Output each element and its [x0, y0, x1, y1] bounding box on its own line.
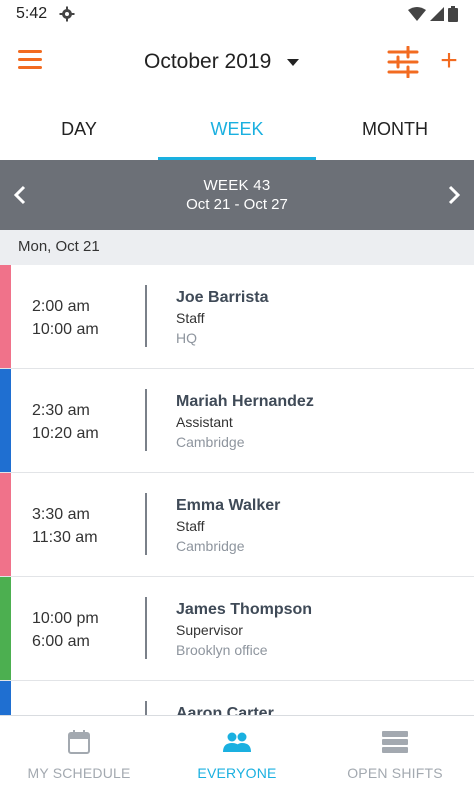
chevron-left-icon: [14, 185, 26, 205]
shift-times: 3:30 am 11:30 am: [32, 503, 98, 549]
view-tabs: DAY WEEK MONTH: [0, 98, 474, 160]
employee-name: Aaron Carter: [176, 705, 274, 715]
wifi-icon: [408, 7, 426, 21]
divider: [145, 701, 147, 715]
shift-row[interactable]: Aaron Carter: [0, 681, 474, 715]
people-icon: [223, 732, 251, 752]
shift-end: 10:20 am: [32, 425, 99, 442]
week-navigator: WEEK 43 Oct 21 - Oct 27: [0, 160, 474, 230]
nav-open-shifts[interactable]: OPEN SHIFTS: [316, 716, 474, 787]
nav-my-schedule[interactable]: MY SCHEDULE: [0, 716, 158, 787]
gear-icon: [59, 6, 75, 22]
shift-end: 6:00 am: [32, 633, 90, 650]
divider: [145, 389, 147, 451]
employee-name: James Thompson: [176, 601, 313, 618]
nav-label: EVERYONE: [197, 765, 277, 781]
signal-icon: [430, 7, 444, 21]
shift-color-bar: [0, 681, 11, 715]
nav-everyone[interactable]: EVERYONE: [158, 716, 316, 787]
shift-color-bar: [0, 369, 11, 472]
divider: [145, 285, 147, 347]
shift-row[interactable]: 2:30 am 10:20 am Mariah Hernandez Assist…: [0, 369, 474, 473]
shift-times: 2:30 am 10:20 am: [32, 399, 99, 445]
week-info: WEEK 43 Oct 21 - Oct 27: [0, 176, 474, 215]
shift-row[interactable]: 2:00 am 10:00 am Joe Barrista Staff HQ: [0, 265, 474, 369]
shift-end: 11:30 am: [32, 529, 98, 546]
bottom-nav: MY SCHEDULE EVERYONE OPEN SHIFTS: [0, 715, 474, 787]
shift-start: 10:00 pm: [32, 610, 99, 627]
app-bar: October 2019 +: [0, 28, 474, 98]
shift-location: HQ: [176, 330, 197, 346]
shift-start: 3:30 am: [32, 506, 90, 523]
calendar-icon: [68, 730, 90, 754]
employee-role: Staff: [176, 310, 205, 326]
shift-start: 2:00 am: [32, 298, 90, 315]
shift-info: Mariah Hernandez Assistant Cambridge: [176, 392, 314, 452]
divider: [145, 493, 147, 555]
tab-month[interactable]: MONTH: [316, 98, 474, 160]
employee-name: Mariah Hernandez: [176, 393, 314, 410]
shift-start: 2:30 am: [32, 402, 90, 419]
tab-week[interactable]: WEEK: [158, 98, 316, 160]
chevron-right-icon: [448, 185, 460, 205]
shift-location: Brooklyn office: [176, 642, 268, 658]
shift-row[interactable]: 10:00 pm 6:00 am James Thompson Supervis…: [0, 577, 474, 681]
shift-color-bar: [0, 473, 11, 576]
shift-row[interactable]: 3:30 am 11:30 am Emma Walker Staff Cambr…: [0, 473, 474, 577]
next-week-button[interactable]: [434, 160, 474, 230]
day-header: Mon, Oct 21: [0, 230, 474, 265]
shift-list: 2:00 am 10:00 am Joe Barrista Staff HQ 2…: [0, 265, 474, 715]
shift-color-bar: [0, 577, 11, 680]
stack-icon: [382, 731, 408, 753]
employee-role: Assistant: [176, 414, 233, 430]
week-range: Oct 21 - Oct 27: [186, 196, 288, 213]
employee-name: Joe Barrista: [176, 289, 269, 306]
previous-week-button[interactable]: [0, 160, 40, 230]
shift-info: Joe Barrista Staff HQ: [176, 288, 269, 348]
status-bar: 5:42: [0, 0, 474, 28]
nav-label: OPEN SHIFTS: [347, 765, 443, 781]
battery-icon: [448, 6, 458, 22]
hamburger-icon: [18, 50, 42, 53]
month-label: October 2019: [144, 50, 272, 73]
divider: [145, 597, 147, 659]
add-icon[interactable]: +: [437, 46, 461, 76]
employee-role: Supervisor: [176, 622, 243, 638]
employee-role: Staff: [176, 518, 205, 534]
tab-day[interactable]: DAY: [0, 98, 158, 160]
month-selector[interactable]: October 2019: [144, 50, 300, 74]
filter-sliders-icon[interactable]: [386, 46, 420, 78]
shift-times: 10:00 pm 6:00 am: [32, 607, 99, 653]
shift-location: Cambridge: [176, 538, 245, 554]
shift-info: Aaron Carter: [176, 704, 274, 715]
employee-name: Emma Walker: [176, 497, 281, 514]
week-number: WEEK 43: [203, 177, 271, 194]
status-icons: [408, 6, 458, 22]
caret-down-icon: [287, 58, 300, 66]
shift-end: 10:00 am: [32, 321, 99, 338]
nav-label: MY SCHEDULE: [27, 765, 131, 781]
shift-info: Emma Walker Staff Cambridge: [176, 496, 280, 556]
status-time: 5:42: [16, 5, 48, 22]
shift-color-bar: [0, 265, 11, 368]
shift-location: Cambridge: [176, 434, 245, 450]
shift-times: 2:00 am 10:00 am: [32, 295, 99, 341]
menu-button[interactable]: [18, 50, 46, 74]
shift-info: James Thompson Supervisor Brooklyn offic…: [176, 600, 312, 660]
